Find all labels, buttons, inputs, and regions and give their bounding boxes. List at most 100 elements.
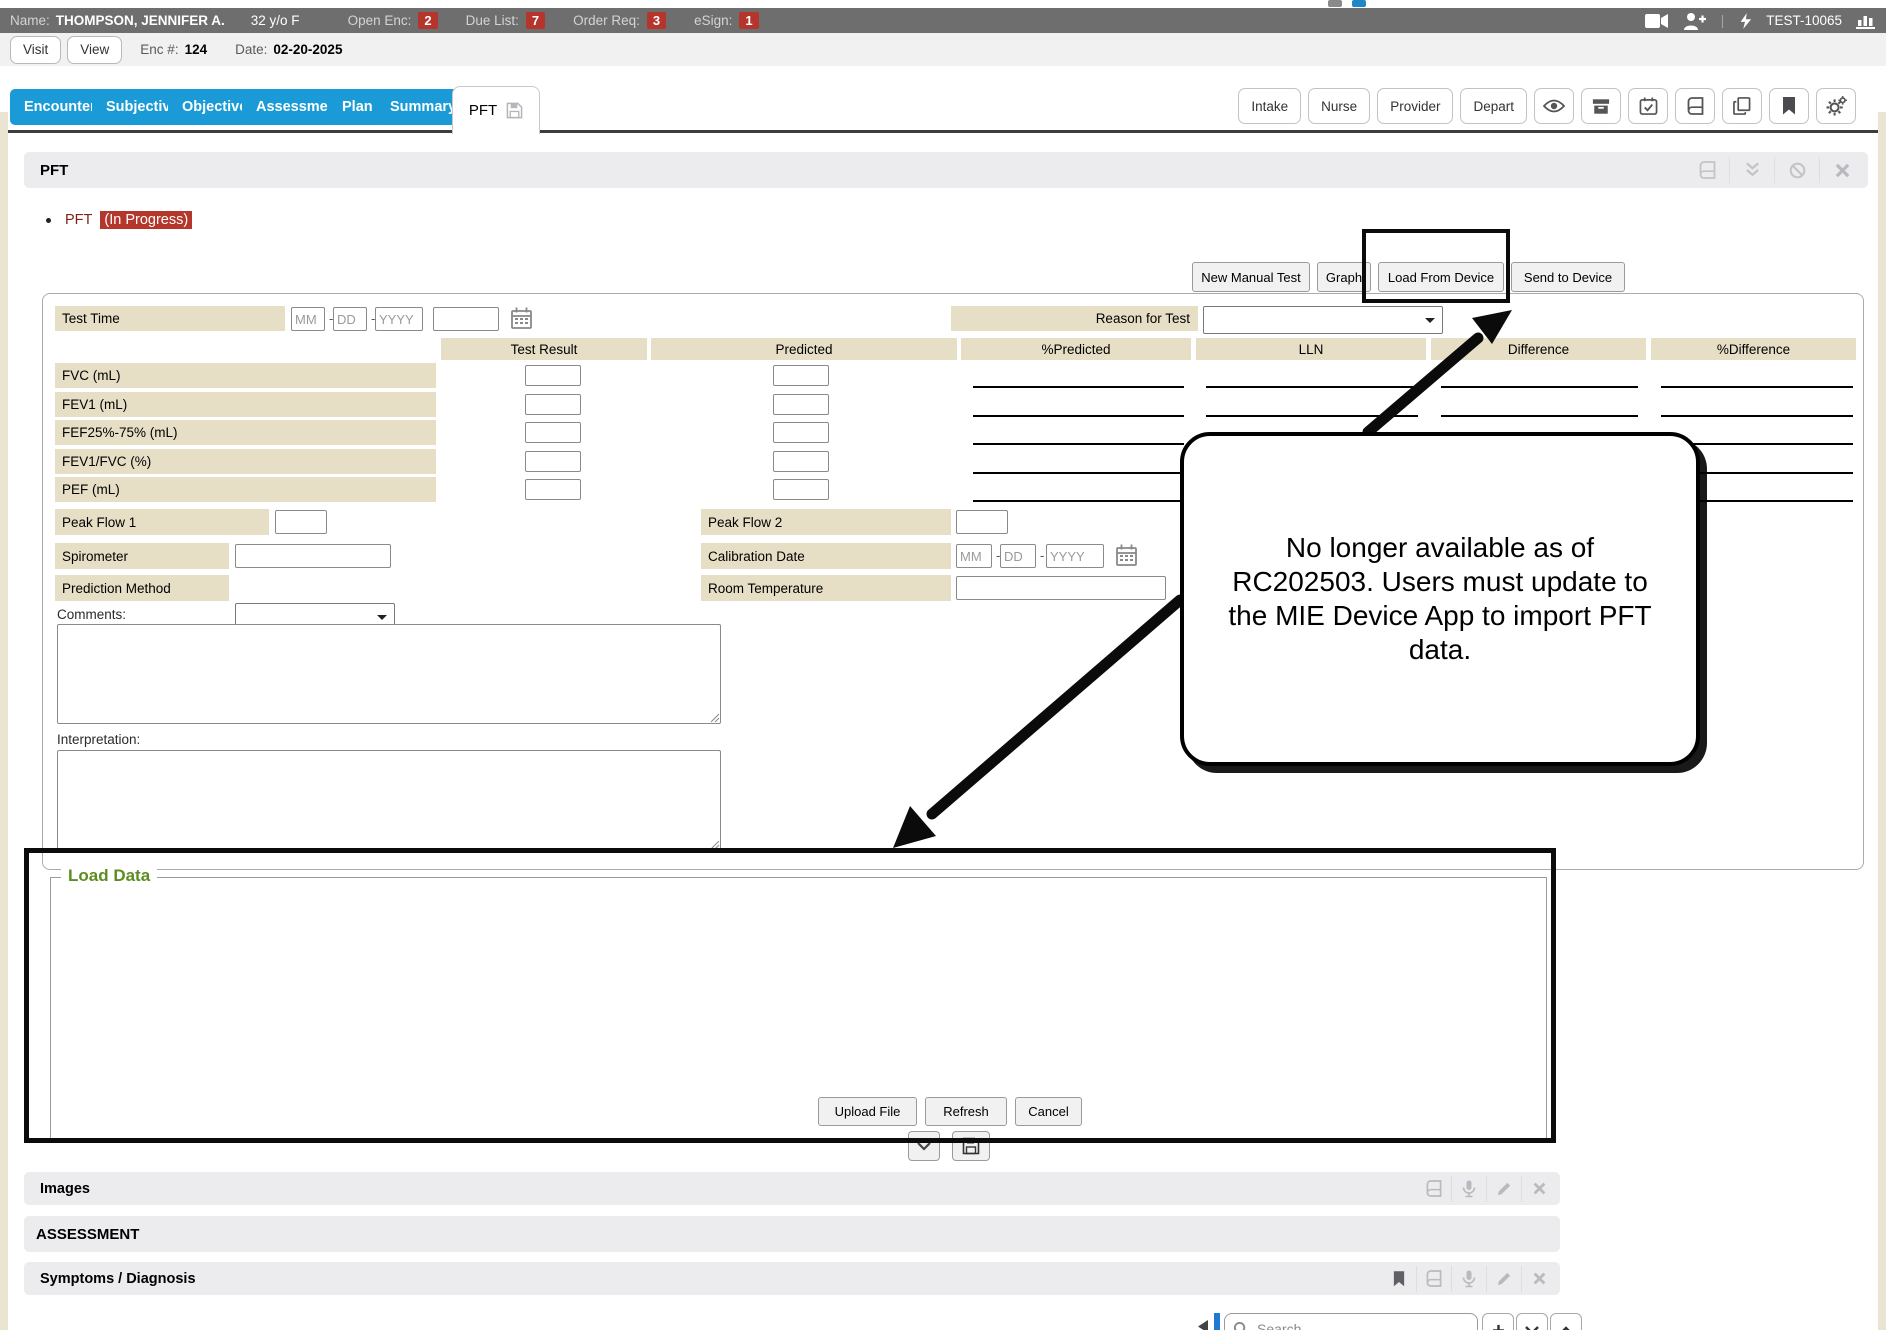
fev1-test-result-input[interactable] xyxy=(525,394,581,415)
open-enc-badge[interactable]: 2 xyxy=(418,12,437,29)
symptoms-section-title: Symptoms / Diagnosis xyxy=(24,1271,196,1287)
chevron-double-down-icon xyxy=(1744,162,1761,178)
move-down-button[interactable] xyxy=(1516,1313,1548,1330)
copy-chart-button[interactable] xyxy=(1722,88,1762,124)
cancel-button[interactable]: Cancel xyxy=(1015,1097,1082,1126)
images-dictate-button[interactable] xyxy=(1451,1176,1486,1202)
schedule-button[interactable] xyxy=(1628,88,1668,124)
pef-test-result-input[interactable] xyxy=(525,479,581,500)
chevron-down-icon xyxy=(917,1142,931,1151)
spirometer-input[interactable] xyxy=(235,544,391,568)
peak-flow-2-input[interactable] xyxy=(956,510,1008,534)
due-list-badge[interactable]: 7 xyxy=(526,12,545,29)
pft-print-button[interactable] xyxy=(1685,157,1729,183)
collapse-section-button[interactable] xyxy=(908,1131,940,1161)
depart-button[interactable]: Depart xyxy=(1460,88,1527,124)
calendar-picker-icon[interactable] xyxy=(511,307,532,329)
add-diagnosis-button[interactable] xyxy=(1482,1313,1514,1330)
fev1-fvc-test-result-input[interactable] xyxy=(525,451,581,472)
eye-button[interactable] xyxy=(1534,88,1574,124)
fvc-test-result-input[interactable] xyxy=(525,365,581,386)
images-close-button[interactable] xyxy=(1521,1176,1556,1202)
pft-close-button[interactable] xyxy=(1819,157,1864,183)
interpretation-textarea[interactable] xyxy=(57,750,721,851)
col-pct-predicted: %Predicted xyxy=(961,338,1191,360)
reason-for-test-select[interactable] xyxy=(1203,306,1443,334)
test-time-year-input[interactable] xyxy=(375,307,423,331)
view-button[interactable]: View xyxy=(67,36,122,64)
symptoms-bookmark-button[interactable] xyxy=(1382,1266,1416,1292)
fef-predicted-input[interactable] xyxy=(773,422,829,443)
ban-icon xyxy=(1789,162,1806,179)
blank-line xyxy=(1661,415,1853,417)
resize-handle[interactable] xyxy=(711,714,720,723)
calendar-picker-icon[interactable] xyxy=(1116,544,1137,566)
eye-icon xyxy=(1543,99,1565,113)
fvc-predicted-input[interactable] xyxy=(773,365,829,386)
load-from-device-button[interactable]: Load From Device xyxy=(1378,262,1504,292)
video-call-icon[interactable] xyxy=(1645,13,1669,29)
images-print-button[interactable] xyxy=(1417,1176,1451,1202)
test-time-time-input[interactable] xyxy=(433,307,499,331)
patient-header-bar: Name: THOMPSON, JENNIFER A. 32 y/o F Ope… xyxy=(0,8,1886,33)
settings-button[interactable] xyxy=(1816,88,1856,124)
pencil-icon xyxy=(1496,1181,1512,1197)
enc-number-value: 124 xyxy=(185,42,208,57)
resize-handle[interactable] xyxy=(711,841,720,850)
archive-box-icon xyxy=(1592,98,1610,115)
add-user-icon[interactable] xyxy=(1683,12,1707,30)
test-time-label: Test Time xyxy=(55,306,285,331)
move-up-button[interactable] xyxy=(1550,1313,1582,1330)
send-to-device-button[interactable]: Send to Device xyxy=(1511,262,1625,292)
search-input[interactable] xyxy=(1255,1320,1449,1330)
date-value: 02-20-2025 xyxy=(273,42,342,57)
pft-disable-button[interactable] xyxy=(1774,157,1819,183)
room-temperature-input[interactable] xyxy=(956,576,1166,600)
calibration-day-input[interactable] xyxy=(1000,544,1036,568)
fev1-predicted-input[interactable] xyxy=(773,394,829,415)
peak-flow-2-label: Peak Flow 2 xyxy=(701,509,951,535)
symptoms-close-button[interactable] xyxy=(1521,1266,1556,1292)
pft-collapse-button[interactable] xyxy=(1729,157,1774,183)
comments-textarea[interactable] xyxy=(57,624,721,724)
archive-button[interactable] xyxy=(1581,88,1621,124)
fef-test-result-input[interactable] xyxy=(525,422,581,443)
pft-status-item[interactable]: PFT (In Progress) xyxy=(46,211,192,229)
symptoms-edit-button[interactable] xyxy=(1486,1266,1521,1292)
upload-file-button[interactable]: Upload File xyxy=(818,1097,917,1126)
nurse-button[interactable]: Nurse xyxy=(1308,88,1370,124)
calibration-month-input[interactable] xyxy=(956,544,992,568)
bookmark-button[interactable] xyxy=(1769,88,1809,124)
provider-button[interactable]: Provider xyxy=(1377,88,1453,124)
tab-pft-active[interactable]: PFT xyxy=(452,86,540,134)
refresh-button[interactable]: Refresh xyxy=(925,1097,1007,1126)
calibration-year-input[interactable] xyxy=(1046,544,1104,568)
blank-line xyxy=(973,472,1184,474)
intake-button[interactable]: Intake xyxy=(1238,88,1301,124)
date-label: Date: xyxy=(235,42,267,57)
images-edit-button[interactable] xyxy=(1486,1176,1521,1202)
lightning-icon[interactable] xyxy=(1738,12,1752,30)
visit-button[interactable]: Visit xyxy=(10,36,61,64)
graph-button[interactable]: Graph xyxy=(1317,262,1371,292)
left-edge-strip xyxy=(0,112,8,1330)
fev1-fvc-predicted-input[interactable] xyxy=(773,451,829,472)
chart-book-button[interactable] xyxy=(1675,88,1715,124)
test-time-day-input[interactable] xyxy=(333,307,367,331)
symptoms-print-button[interactable] xyxy=(1416,1266,1451,1292)
search-field[interactable] xyxy=(1224,1313,1478,1330)
esign-badge[interactable]: 1 xyxy=(739,12,758,29)
pef-predicted-input[interactable] xyxy=(773,479,829,500)
col-lln: LLN xyxy=(1196,338,1426,360)
blank-line xyxy=(1206,386,1418,388)
save-section-button[interactable] xyxy=(952,1131,990,1161)
blank-line xyxy=(973,386,1184,388)
collapse-left-icon[interactable] xyxy=(1198,1320,1209,1330)
order-req-badge[interactable]: 3 xyxy=(647,12,666,29)
peak-flow-1-input[interactable] xyxy=(275,510,327,534)
chart-stats-icon[interactable] xyxy=(1856,12,1876,29)
ehr-screen: Name: THOMPSON, JENNIFER A. 32 y/o F Ope… xyxy=(0,0,1886,1330)
symptoms-dictate-button[interactable] xyxy=(1451,1266,1486,1292)
test-time-month-input[interactable] xyxy=(291,307,325,331)
new-manual-test-button[interactable]: New Manual Test xyxy=(1192,262,1310,292)
